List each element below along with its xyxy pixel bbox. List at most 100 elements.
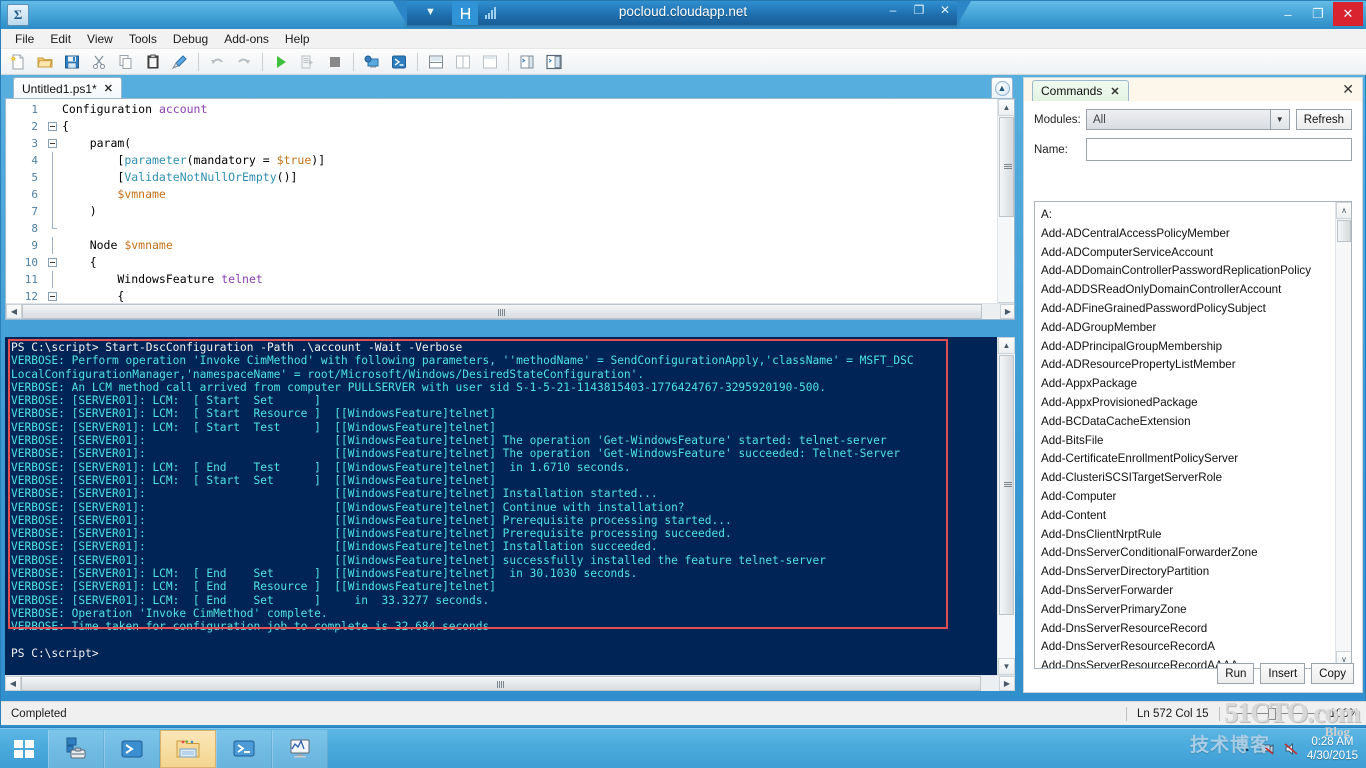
command-list-item[interactable]: Add-ADCentralAccessPolicyMember — [1041, 225, 1334, 244]
show-command-addon-icon[interactable] — [514, 50, 540, 74]
refresh-button[interactable]: Refresh — [1295, 109, 1352, 130]
menu-view[interactable]: View — [79, 30, 121, 48]
run-button[interactable]: Run — [1217, 663, 1255, 684]
fold-margin[interactable] — [44, 152, 62, 169]
scroll-up-button[interactable]: ▲ — [998, 99, 1014, 116]
start-powershell-icon[interactable] — [386, 50, 412, 74]
run-script-icon[interactable] — [268, 50, 294, 74]
collapse-region-icon[interactable] — [48, 139, 57, 148]
commands-list[interactable]: A: Add-ADCentralAccessPolicyMember Add-ADC… — [1034, 201, 1352, 669]
modules-select[interactable]: All ▼ — [1086, 109, 1290, 130]
close-icon[interactable]: ✕ — [1110, 85, 1119, 98]
command-list-item[interactable]: Add-ClusteriSCSITargetServerRole — [1041, 469, 1334, 488]
scroll-left-button[interactable]: ◀ — [5, 676, 21, 691]
collapse-region-icon[interactable] — [48, 292, 57, 301]
fold-margin[interactable] — [44, 254, 62, 271]
command-list-item[interactable]: Add-ADGroupMember — [1041, 319, 1334, 338]
code-text-area[interactable]: 1 Configuration account 2{3 param(4 [param… — [6, 101, 996, 319]
rdp-close-button[interactable]: ✕ — [937, 3, 953, 17]
scroll-down-button[interactable]: ▼ — [998, 658, 1015, 675]
hscroll-thumb[interactable] — [22, 304, 982, 319]
fold-margin[interactable] — [44, 101, 62, 118]
stop-operation-icon[interactable] — [322, 50, 348, 74]
taskbar-powershell-console[interactable] — [216, 729, 272, 768]
menu-edit[interactable]: Edit — [42, 30, 79, 48]
hscroll-track[interactable] — [22, 304, 1000, 319]
scroll-right-button[interactable]: ▶ — [1000, 304, 1014, 319]
network-icon[interactable] — [1259, 741, 1275, 757]
command-list-item[interactable]: Add-BitsFile — [1041, 432, 1334, 451]
paste-icon[interactable] — [140, 50, 166, 74]
show-hidden-icons-button[interactable]: ▲ — [1241, 743, 1251, 754]
editor-vertical-scrollbar[interactable]: ▲ ▼ — [997, 99, 1014, 319]
run-selection-icon[interactable] — [295, 50, 321, 74]
command-list-item[interactable]: Add-Computer — [1041, 488, 1334, 507]
zoom-thumb[interactable] — [1267, 707, 1276, 720]
hscroll-track[interactable] — [21, 676, 999, 691]
fold-margin[interactable] — [44, 203, 62, 220]
command-list-item[interactable]: Add-DnsServerResourceRecord — [1041, 620, 1334, 639]
command-list-item[interactable]: Add-ADFineGrainedPasswordPolicySubject — [1041, 300, 1334, 319]
command-list-item[interactable]: Add-CertificateEnrollmentPolicyServer — [1041, 450, 1334, 469]
console-scroll-thumb[interactable] — [999, 355, 1014, 615]
collapse-script-pane-button[interactable]: ▲ — [991, 77, 1013, 98]
command-list-item[interactable]: Add-BCDataCacheExtension — [1041, 413, 1334, 432]
collapse-region-icon[interactable] — [48, 122, 57, 131]
redo-icon[interactable] — [231, 50, 257, 74]
taskbar-server-manager[interactable] — [48, 729, 104, 768]
scroll-up-button[interactable]: ▲ — [998, 337, 1015, 354]
close-commands-pane-icon[interactable]: ✕ — [1342, 81, 1354, 98]
fold-margin[interactable] — [44, 118, 62, 135]
fold-margin[interactable] — [44, 220, 62, 237]
command-list-item[interactable]: Add-Content — [1041, 507, 1334, 526]
new-script-icon[interactable] — [5, 50, 31, 74]
scroll-up-button[interactable]: ∧ — [1336, 202, 1351, 219]
open-script-icon[interactable] — [32, 50, 58, 74]
hscroll-thumb[interactable] — [21, 676, 981, 691]
command-name-input[interactable] — [1086, 138, 1352, 161]
command-list-item[interactable]: Add-ADPrincipalGroupMembership — [1041, 338, 1334, 357]
fold-margin[interactable] — [44, 271, 62, 288]
collapse-region-icon[interactable] — [48, 258, 57, 267]
layout-top-icon[interactable] — [423, 50, 449, 74]
taskbar-file-explorer[interactable] — [160, 729, 216, 768]
layout-right-icon[interactable] — [450, 50, 476, 74]
copy-icon[interactable] — [113, 50, 139, 74]
script-tab-untitled1[interactable]: Untitled1.ps1* ✕ — [13, 77, 122, 99]
command-list-item[interactable]: Add-ADResourcePropertyListMember — [1041, 356, 1334, 375]
console-horizontal-scrollbar[interactable]: ◀ ▶ — [5, 675, 1015, 691]
commands-scroll-thumb[interactable] — [1337, 220, 1351, 242]
minimize-button[interactable]: – — [1273, 2, 1303, 26]
insert-button[interactable]: Insert — [1260, 663, 1306, 684]
command-list-item[interactable]: Add-ADDomainControllerPasswordReplicatio… — [1041, 262, 1334, 281]
command-list-item[interactable]: Add-DnsServerResourceRecordA — [1041, 638, 1334, 657]
start-button[interactable] — [0, 729, 48, 768]
menu-tools[interactable]: Tools — [121, 30, 165, 48]
menu-debug[interactable]: Debug — [165, 30, 216, 48]
commands-list-scrollbar[interactable]: ∧ ∨ — [1335, 202, 1351, 668]
script-editor[interactable]: 1 Configuration account 2{3 param(4 [param… — [5, 98, 1015, 320]
command-list-item[interactable]: Add-AppxProvisionedPackage — [1041, 394, 1334, 413]
command-list-item[interactable]: Add-DnsServerPrimaryZone — [1041, 601, 1334, 620]
chevron-down-icon[interactable]: ▼ — [1269, 110, 1289, 129]
commands-tab[interactable]: Commands ✕ — [1032, 80, 1129, 101]
scroll-right-button[interactable]: ▶ — [999, 676, 1015, 691]
taskbar-powershell[interactable] — [104, 729, 160, 768]
editor-horizontal-scrollbar[interactable]: ◀ ▶ — [6, 303, 1014, 319]
show-command-pane-icon[interactable] — [541, 50, 567, 74]
menu-file[interactable]: File — [7, 30, 42, 48]
rdp-restore-button[interactable]: ❐ — [911, 3, 927, 17]
new-remote-tab-icon[interactable] — [359, 50, 385, 74]
menu-help[interactable]: Help — [277, 30, 318, 48]
scroll-left-button[interactable]: ◀ — [6, 304, 22, 319]
console-vertical-scrollbar[interactable]: ▲ ▼ — [997, 337, 1015, 675]
command-list-item[interactable]: Add-AppxPackage — [1041, 375, 1334, 394]
command-list-item[interactable]: Add-DnsClientNrptRule — [1041, 526, 1334, 545]
menu-add-ons[interactable]: Add-ons — [216, 30, 277, 48]
volume-icon[interactable] — [1283, 741, 1299, 757]
editor-scroll-thumb[interactable] — [999, 117, 1014, 217]
fold-margin[interactable] — [44, 169, 62, 186]
maximize-button[interactable]: ❐ — [1303, 2, 1333, 26]
fold-margin[interactable] — [44, 237, 62, 254]
console-output[interactable]: PS C:\script> Start-DscConfiguration -Pa… — [5, 337, 997, 675]
